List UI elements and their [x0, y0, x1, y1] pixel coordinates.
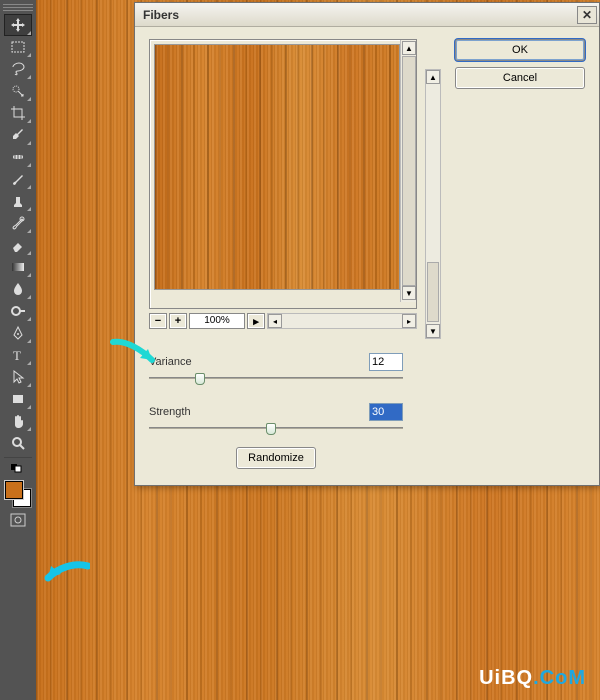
zoom-level-field[interactable]: 100% [189, 313, 245, 329]
path-selection-tool[interactable] [4, 366, 32, 388]
rectangle-shape-tool[interactable] [4, 388, 32, 410]
strength-parameter: Strength [149, 403, 403, 429]
default-colors-icon[interactable] [4, 461, 32, 475]
cancel-button[interactable]: Cancel [455, 67, 585, 89]
quick-mask-toggle[interactable] [4, 509, 32, 531]
move-tool[interactable] [4, 14, 32, 36]
panel-grip[interactable] [3, 2, 33, 12]
rectangular-marquee-tool[interactable] [4, 36, 32, 58]
dialog-title: Fibers [143, 8, 179, 22]
preview-horizontal-scrollbar[interactable]: ◂ ▸ [267, 313, 417, 329]
dodge-tool[interactable] [4, 300, 32, 322]
variance-slider[interactable] [149, 377, 403, 379]
zoom-tool[interactable] [4, 432, 32, 454]
hand-tool[interactable] [4, 410, 32, 432]
scroll-up-icon[interactable]: ▲ [426, 70, 440, 84]
scroll-down-icon[interactable]: ▼ [426, 324, 440, 338]
gradient-tool[interactable] [4, 256, 32, 278]
scrollbar-thumb[interactable] [402, 56, 416, 286]
blur-tool[interactable] [4, 278, 32, 300]
fibers-dialog: Fibers ✕ ▲ ▼ ▲ ▼ − + 10 [134, 2, 600, 486]
fibers-preview-image [155, 45, 399, 289]
preview-vertical-scrollbar[interactable]: ▲ ▼ [400, 40, 416, 302]
brush-tool[interactable] [4, 168, 32, 190]
zoom-out-button[interactable]: − [149, 313, 167, 329]
preview-viewport[interactable] [154, 44, 400, 290]
zoom-in-button[interactable]: + [169, 313, 187, 329]
zoom-controls: − + 100% ▸ ◂ ▸ [149, 313, 417, 329]
watermark-part2: .CoM [533, 667, 586, 689]
randomize-button[interactable]: Randomize [236, 447, 316, 469]
close-button[interactable]: ✕ [577, 6, 597, 24]
watermark: UiBQ.CoM [479, 667, 586, 690]
eyedropper-tool[interactable] [4, 124, 32, 146]
watermark-part1: UiBQ [479, 667, 533, 689]
variance-input[interactable] [369, 353, 403, 371]
dialog-titlebar[interactable]: Fibers ✕ [135, 3, 599, 27]
preview-area: ▲ ▼ [149, 39, 417, 309]
scroll-down-icon[interactable]: ▼ [402, 286, 416, 300]
strength-slider-thumb[interactable] [266, 423, 276, 435]
foreground-color-swatch[interactable] [5, 481, 23, 499]
toolbar-separator [4, 457, 32, 458]
clone-stamp-tool[interactable] [4, 190, 32, 212]
strength-input[interactable] [369, 403, 403, 421]
color-swatches[interactable] [3, 479, 33, 509]
crop-tool[interactable] [4, 102, 32, 124]
strength-label: Strength [149, 406, 191, 418]
lasso-tool[interactable] [4, 58, 32, 80]
variance-parameter: Variance [149, 353, 403, 379]
scroll-up-icon[interactable]: ▲ [402, 41, 416, 55]
eraser-tool[interactable] [4, 234, 32, 256]
svg-text:T: T [13, 348, 21, 363]
scroll-left-icon[interactable]: ◂ [268, 314, 282, 328]
ok-button[interactable]: OK [455, 39, 585, 61]
spot-healing-brush-tool[interactable] [4, 146, 32, 168]
variance-label: Variance [149, 356, 192, 368]
tools-panel: T [0, 0, 36, 700]
zoom-menu-button[interactable]: ▸ [247, 313, 265, 329]
type-tool[interactable]: T [4, 344, 32, 366]
background-scrollbar[interactable]: ▲ ▼ [425, 69, 441, 339]
strength-slider[interactable] [149, 427, 403, 429]
scrollbar-thumb[interactable] [427, 262, 439, 322]
quick-selection-tool[interactable] [4, 80, 32, 102]
pen-tool[interactable] [4, 322, 32, 344]
variance-slider-thumb[interactable] [195, 373, 205, 385]
history-brush-tool[interactable] [4, 212, 32, 234]
scroll-right-icon[interactable]: ▸ [402, 314, 416, 328]
